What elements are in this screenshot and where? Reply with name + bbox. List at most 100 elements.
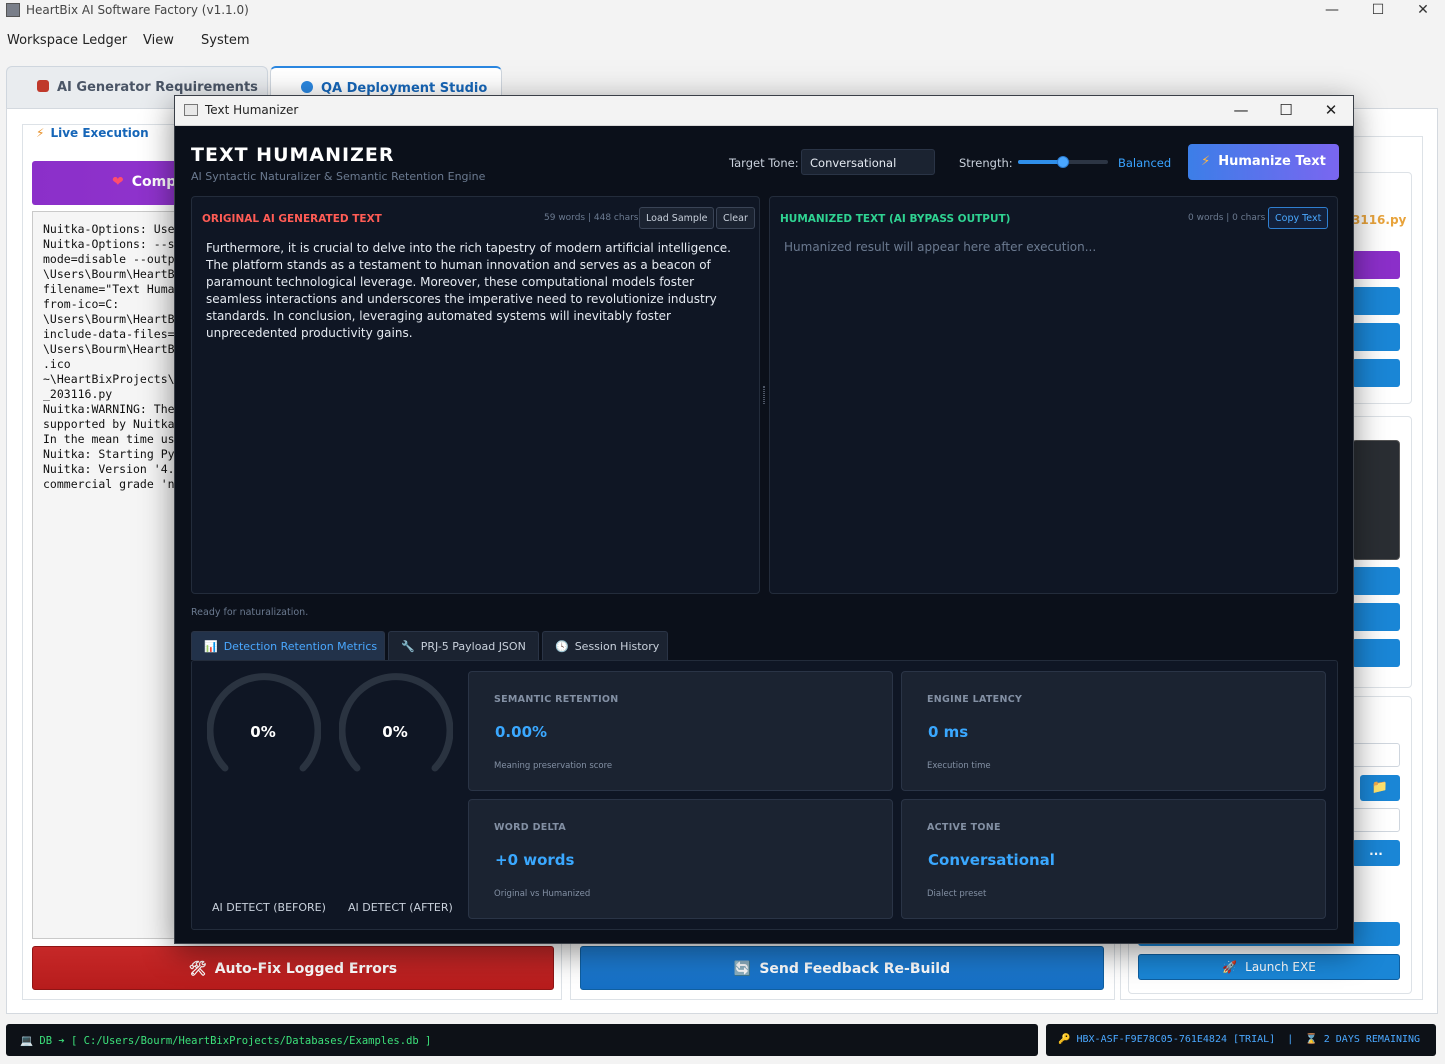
close-button[interactable]: ✕	[1400, 0, 1445, 22]
menu-workspace-ledger[interactable]: Workspace Ledger	[7, 33, 127, 48]
ai-detect-before-label: AI DETECT (BEFORE)	[212, 901, 326, 914]
right-action-button-1[interactable]	[1352, 251, 1400, 279]
original-text-content[interactable]: Furthermore, it is crucial to delve into…	[206, 240, 746, 342]
right-action-button-3[interactable]	[1352, 323, 1400, 351]
rocket-icon: 🚀	[1222, 960, 1238, 974]
app-icon	[6, 3, 20, 17]
shield-icon	[301, 81, 313, 93]
menubar: Workspace Ledger View System	[0, 28, 1445, 54]
target-tone-select[interactable]: Conversational	[801, 149, 935, 175]
metric-value: Conversational	[928, 851, 1055, 869]
right-action-button-5[interactable]	[1352, 567, 1400, 595]
strength-slider-handle[interactable]	[1057, 156, 1069, 168]
metric-card-active-tone: ACTIVE TONE Conversational Dialect prese…	[901, 799, 1326, 919]
app-titlebar: HeartBix AI Software Factory (v1.1.0) — …	[0, 0, 1445, 22]
metric-description: Execution time	[927, 761, 991, 771]
humanizer-heading: TEXT HUMANIZER	[191, 144, 395, 166]
license-key: HBX-ASF-F9E78C05-761E4824 [TRIAL]	[1076, 1034, 1276, 1045]
humanized-placeholder: Humanized result will appear here after …	[784, 240, 1097, 254]
send-feedback-rebuild-button[interactable]: 🔄 Send Feedback Re-Build	[580, 946, 1104, 990]
metric-description: Original vs Humanized	[494, 889, 591, 899]
browse-folder-button[interactable]: 📁	[1360, 775, 1400, 801]
load-sample-button[interactable]: Load Sample	[639, 207, 715, 229]
ai-detect-after-label: AI DETECT (AFTER)	[348, 901, 453, 914]
target-tone-label: Target Tone:	[729, 156, 799, 170]
db-status-bar: 💻 DB ➔ [ C:/Users/Bourm/HeartBixProjects…	[6, 1024, 1038, 1056]
license-status-bar: 🔑 HBX-ASF-F9E78C05-761E4824 [TRIAL] | ⌛ …	[1046, 1024, 1436, 1056]
strength-value: Balanced	[1118, 156, 1172, 170]
menu-view[interactable]: View	[143, 33, 174, 48]
pane-splitter-handle[interactable]	[763, 386, 765, 404]
copy-text-button[interactable]: Copy Text	[1268, 207, 1329, 229]
right-input-field-2[interactable]	[1352, 808, 1400, 832]
wrench-icon: 🔧	[401, 640, 415, 653]
key-icon: 🔑	[1058, 1034, 1071, 1045]
right-action-button-7[interactable]	[1352, 639, 1400, 667]
ai-detect-after-value: 0%	[382, 723, 408, 741]
window-icon	[184, 104, 198, 116]
metric-value: +0 words	[495, 851, 575, 869]
app-title: HeartBix AI Software Factory (v1.1.0)	[26, 3, 249, 17]
menu-system[interactable]: System	[201, 33, 249, 48]
metric-label: ENGINE LATENCY	[927, 694, 1023, 705]
days-remaining: 2 DAYS REMAINING	[1323, 1034, 1421, 1045]
minimize-button[interactable]: —	[1309, 0, 1355, 22]
humanized-word-count: 0 words | 0 chars	[1188, 213, 1266, 223]
right-action-button-2[interactable]	[1352, 287, 1400, 315]
bolt-icon: ⚡	[36, 126, 45, 140]
metric-card-semantic-retention: SEMANTIC RETENTION 0.00% Meaning preserv…	[468, 671, 893, 791]
heart-icon: ❤	[112, 174, 124, 190]
robot-icon	[37, 80, 49, 92]
ai-detect-before-value: 0%	[250, 723, 276, 741]
auto-fix-errors-button[interactable]: 🛠 Auto-Fix Logged Errors	[32, 946, 554, 990]
original-word-count: 59 words | 448 chars	[544, 213, 639, 223]
browse-dots-button[interactable]: ...	[1352, 840, 1400, 866]
dialog-title: Text Humanizer	[205, 103, 299, 117]
dialog-maximize-button[interactable]: ☐	[1263, 96, 1309, 126]
strength-label: Strength:	[959, 156, 1013, 170]
status-text: Ready for naturalization.	[191, 607, 309, 618]
metric-label: WORD DELTA	[494, 822, 567, 833]
launch-exe-button[interactable]: 🚀 Launch EXE	[1138, 954, 1400, 980]
original-text-pane[interactable]: ORIGINAL AI GENERATED TEXT 59 words | 44…	[191, 196, 760, 594]
metric-card-word-delta: WORD DELTA +0 words Original vs Humanize…	[468, 799, 893, 919]
humanize-text-button[interactable]: ⚡ Humanize Text	[1188, 144, 1339, 180]
live-execution-label: ⚡ Live Execution	[32, 126, 153, 140]
tab-label: AI Generator Requirements	[57, 80, 258, 95]
script-file-label: 3116.py	[1352, 213, 1407, 227]
metric-value: 0 ms	[928, 723, 969, 741]
metric-label: ACTIVE TONE	[927, 822, 1001, 833]
db-path: [ C:/Users/Bourm/HeartBixProjects/Databa…	[71, 1035, 432, 1047]
database-icon: 💻	[20, 1035, 34, 1047]
humanized-text-pane[interactable]: HUMANIZED TEXT (AI BYPASS OUTPUT) 0 word…	[769, 196, 1338, 594]
strength-slider[interactable]	[1018, 156, 1108, 168]
tab-detection-metrics[interactable]: 📊 Detection Retention Metrics	[191, 631, 385, 660]
metric-label: SEMANTIC RETENTION	[494, 694, 619, 705]
right-action-button-4[interactable]	[1352, 359, 1400, 387]
db-prefix: DB ➔	[39, 1035, 65, 1047]
dialog-close-button[interactable]: ✕	[1308, 96, 1354, 126]
humanized-text-header: HUMANIZED TEXT (AI BYPASS OUTPUT)	[780, 213, 1011, 225]
clear-button[interactable]: Clear	[716, 207, 755, 229]
status-separator: |	[1287, 1034, 1294, 1045]
dialog-titlebar: Text Humanizer — ☐ ✕	[175, 96, 1353, 126]
text-humanizer-dialog: Text Humanizer — ☐ ✕ TEXT HUMANIZER AI S…	[174, 95, 1354, 944]
bolt-icon: ⚡	[1201, 154, 1211, 169]
right-input-field-1[interactable]	[1352, 743, 1400, 767]
refresh-icon: 🔄	[733, 961, 752, 977]
hourglass-icon: ⌛	[1305, 1034, 1318, 1045]
right-action-button-6[interactable]	[1352, 603, 1400, 631]
dialog-minimize-button[interactable]: —	[1218, 96, 1264, 126]
metric-description: Meaning preservation score	[494, 761, 613, 771]
maximize-button[interactable]: ☐	[1355, 0, 1401, 22]
tab-label: QA Deployment Studio	[321, 81, 488, 96]
metric-card-engine-latency: ENGINE LATENCY 0 ms Execution time	[901, 671, 1326, 791]
humanizer-subheading: AI Syntactic Naturalizer & Semantic Rete…	[191, 170, 486, 183]
icon-preview-box	[1352, 440, 1400, 560]
tab-session-history[interactable]: 🕓 Session History	[542, 631, 668, 660]
clock-icon: 🕓	[555, 640, 569, 653]
tools-icon: 🛠	[188, 961, 207, 977]
chart-icon: 📊	[204, 640, 218, 653]
tab-payload-json[interactable]: 🔧 PRJ-5 Payload JSON	[388, 631, 539, 660]
folder-icon: 📁	[1371, 780, 1389, 795]
